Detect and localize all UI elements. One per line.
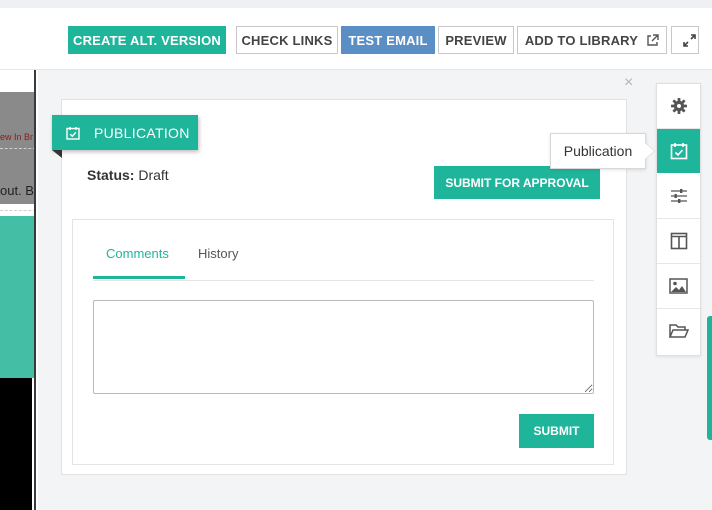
columns-icon bbox=[670, 232, 687, 250]
preview-dashed-divider-2 bbox=[0, 210, 36, 211]
external-link-icon bbox=[647, 33, 659, 46]
comment-input[interactable] bbox=[93, 300, 594, 394]
calendar-check-icon bbox=[66, 126, 80, 140]
tooltip-arrow bbox=[645, 143, 654, 159]
preview-edge-line bbox=[34, 70, 36, 510]
toolbar: CREATE ALT. VERSION CHECK LINKS TEST EMA… bbox=[0, 8, 712, 70]
preview-teal-section bbox=[0, 216, 36, 378]
tab-history[interactable]: History bbox=[198, 246, 238, 261]
preview-view-in-browser-text: ew In Br bbox=[0, 132, 34, 142]
add-to-library-button[interactable]: ADD TO LIBRARY bbox=[517, 26, 667, 54]
status-line: Status: Draft bbox=[87, 167, 169, 183]
folder-open-icon bbox=[668, 324, 689, 338]
status-value: Draft bbox=[138, 167, 169, 183]
publication-tag: PUBLICATION bbox=[52, 115, 198, 150]
scroll-indicator[interactable] bbox=[707, 316, 712, 440]
check-links-button[interactable]: CHECK LINKS bbox=[236, 26, 338, 54]
sidebar-item-files[interactable] bbox=[657, 309, 700, 353]
gear-icon bbox=[670, 98, 687, 114]
create-alt-version-button[interactable]: CREATE ALT. VERSION bbox=[68, 26, 226, 54]
right-sidebar bbox=[656, 83, 701, 356]
preview-dashed-divider bbox=[0, 148, 36, 149]
tab-comments[interactable]: Comments bbox=[106, 246, 169, 261]
tab-divider bbox=[93, 280, 594, 281]
submit-for-approval-button[interactable]: SUBMIT FOR APPROVAL bbox=[434, 166, 600, 199]
submit-comment-button[interactable]: SUBMIT bbox=[519, 414, 594, 448]
publication-tag-fold bbox=[52, 150, 62, 158]
calendar-check-icon bbox=[670, 143, 687, 160]
sidebar-item-publication[interactable] bbox=[657, 129, 700, 173]
expand-button[interactable] bbox=[671, 26, 699, 54]
preview-black-section bbox=[0, 378, 32, 510]
email-preview-background: ew In Br out. B bbox=[0, 70, 38, 510]
active-tab-indicator bbox=[93, 276, 185, 279]
sidebar-item-images[interactable] bbox=[657, 264, 700, 308]
preview-gray-section: ew In Br out. B bbox=[0, 92, 36, 211]
status-label: Status: bbox=[87, 167, 135, 183]
sidebar-item-settings[interactable] bbox=[657, 84, 700, 128]
test-email-button[interactable]: TEST EMAIL bbox=[341, 26, 435, 54]
image-icon bbox=[669, 278, 688, 294]
add-to-library-label: ADD TO LIBRARY bbox=[524, 32, 639, 48]
expand-icon bbox=[682, 33, 696, 47]
publication-tag-label: PUBLICATION bbox=[94, 124, 190, 141]
sliders-icon bbox=[670, 189, 687, 203]
sidebar-item-adjustments[interactable] bbox=[657, 174, 700, 218]
top-strip bbox=[0, 0, 712, 8]
publication-tooltip: Publication bbox=[550, 133, 646, 169]
close-panel-icon[interactable]: × bbox=[624, 74, 633, 92]
preview-button[interactable]: PREVIEW bbox=[438, 26, 514, 54]
preview-body-text: out. B bbox=[0, 183, 34, 198]
sidebar-item-layout[interactable] bbox=[657, 219, 700, 263]
